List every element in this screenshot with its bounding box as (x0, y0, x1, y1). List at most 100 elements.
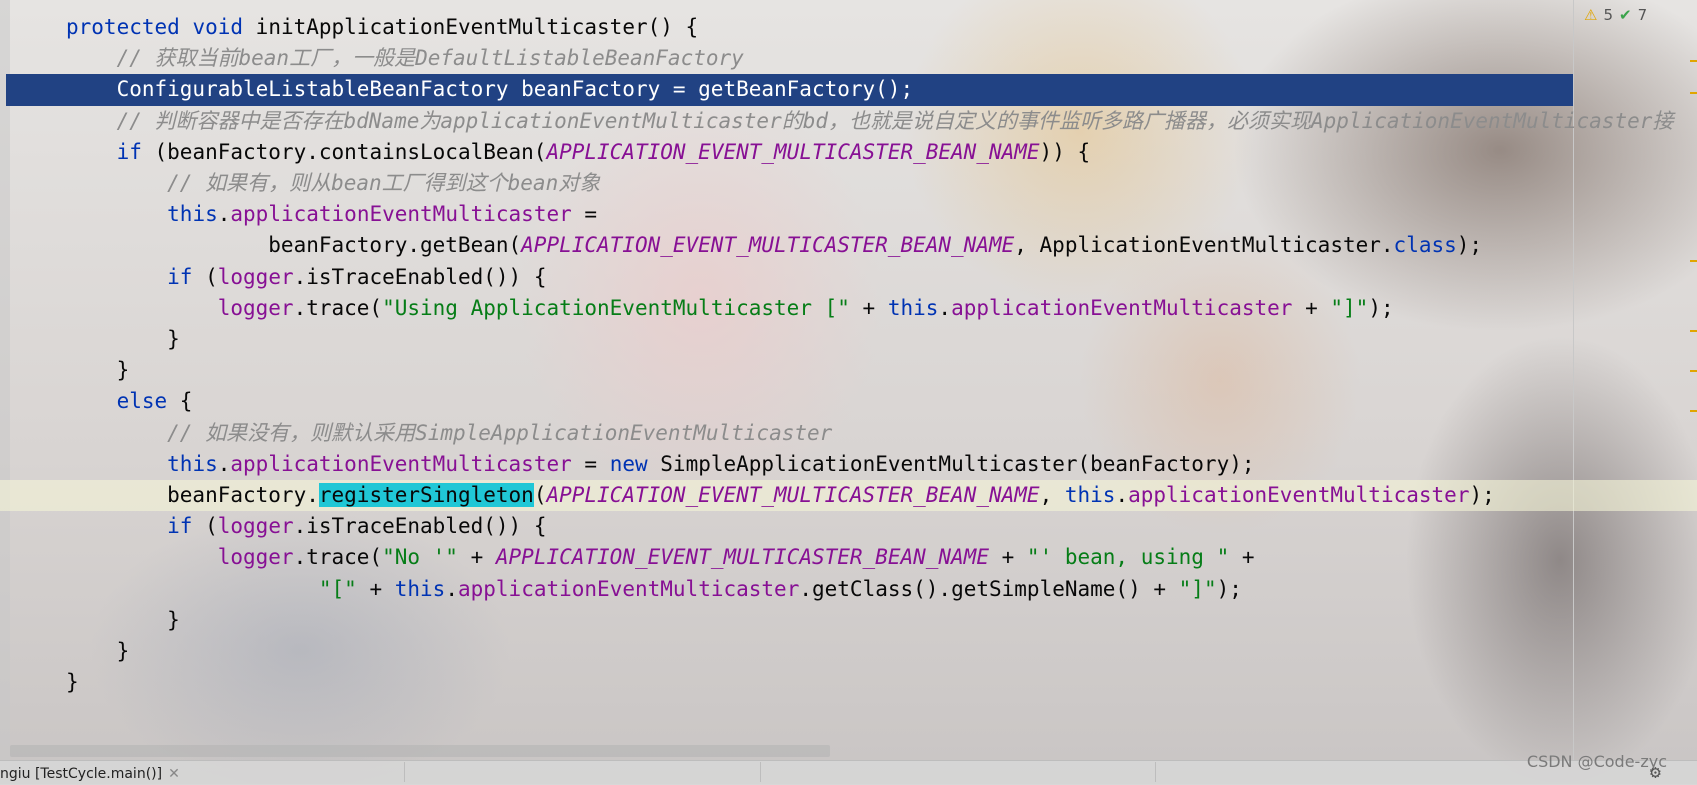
code-line[interactable]: } (0, 667, 1697, 698)
code-token: , ApplicationEventMulticaster. (1014, 233, 1394, 258)
bottom-tool-tab-bar: ngiu [TestCycle.main()] ✕ (0, 760, 1697, 785)
inspection-widget[interactable]: ⚠ 5 ✔ 7 (1584, 6, 1647, 24)
code-token: "' bean, using " (1026, 545, 1230, 570)
code-line[interactable]: logger.trace("Using ApplicationEventMult… (0, 293, 1697, 324)
code-token: ConfigurableListableBeanFactory beanFact… (66, 77, 914, 102)
code-token: . (938, 295, 952, 320)
code-token: ( (192, 514, 218, 539)
selected-code-line[interactable]: ConfigurableListableBeanFactory beanFact… (6, 74, 1573, 106)
check-icon: ✔ (1619, 6, 1632, 24)
current-code-line[interactable]: beanFactory.registerSingleton(APPLICATIO… (0, 480, 1697, 512)
code-token: } (66, 607, 180, 632)
code-token: + (1292, 295, 1331, 320)
code-text: } (66, 355, 130, 386)
code-text: // 判断容器中是否存在bdName为applicationEventMulti… (66, 106, 1674, 137)
horizontal-scrollbar[interactable] (10, 745, 830, 757)
code-text: if (logger.isTraceEnabled()) { (66, 511, 546, 542)
code-token: "]" (1178, 576, 1217, 601)
stripe-mark[interactable] (1690, 60, 1697, 62)
code-text: // 如果没有，则默认采用SimpleApplicationEventMulti… (66, 418, 832, 449)
code-token: "[" (318, 576, 357, 601)
code-token: + (356, 576, 395, 601)
stripe-mark[interactable] (1690, 410, 1697, 412)
code-line[interactable]: // 如果有，则从bean工厂得到这个bean对象 (0, 168, 1697, 199)
code-token: logger (217, 545, 294, 570)
code-token: applicationEventMulticaster (230, 451, 572, 476)
code-line[interactable]: logger.trace("No '" + APPLICATION_EVENT_… (0, 542, 1697, 573)
code-token: logger (217, 514, 294, 539)
run-tab[interactable]: ngiu [TestCycle.main()] ✕ (0, 764, 180, 784)
code-token: (beanFactory.containsLocalBean( (141, 139, 547, 164)
code-line[interactable]: // 判断容器中是否存在bdName为applicationEventMulti… (0, 106, 1697, 137)
code-token: "No '" (382, 545, 458, 570)
code-text: logger.trace("Using ApplicationEventMult… (66, 293, 1394, 324)
code-token: beanFactory.getBean( (66, 233, 522, 258)
code-token: SimpleApplicationEventMulticaster(beanFa… (647, 451, 1255, 476)
code-token: , (1039, 483, 1065, 507)
code-line[interactable]: else { (0, 386, 1697, 417)
code-line[interactable]: this.applicationEventMulticaster = new S… (0, 449, 1697, 480)
stripe-mark[interactable] (1690, 92, 1697, 94)
error-stripe[interactable] (1690, 0, 1697, 760)
code-line[interactable]: // 如果没有，则默认采用SimpleApplicationEventMulti… (0, 418, 1697, 449)
close-icon[interactable]: ✕ (168, 766, 180, 782)
code-line[interactable]: } (0, 605, 1697, 636)
code-token: initApplicationEventMulticaster() { (243, 15, 699, 39)
code-token: "]" (1330, 295, 1369, 320)
code-token: .isTraceEnabled()) { (293, 514, 547, 539)
code-text: ConfigurableListableBeanFactory beanFact… (66, 74, 914, 105)
stripe-mark[interactable] (1690, 370, 1697, 372)
code-text: } (66, 667, 79, 698)
code-text: logger.trace("No '" + APPLICATION_EVENT_… (66, 542, 1255, 573)
code-editor[interactable]: protected void initApplicationEventMulti… (0, 0, 1697, 760)
code-token: new (609, 451, 648, 476)
code-line[interactable]: if (logger.isTraceEnabled()) { (0, 262, 1697, 293)
code-token: .trace( (293, 295, 383, 320)
code-token: . (217, 202, 231, 227)
code-token: class (1393, 233, 1457, 258)
code-token: APPLICATION_EVENT_MULTICASTER_BEAN_NAME (521, 233, 1015, 258)
code-line[interactable]: } (0, 355, 1697, 386)
code-token: { (167, 389, 193, 414)
divider (1155, 762, 1156, 782)
divider (404, 762, 405, 782)
code-token: APPLICATION_EVENT_MULTICASTER_BEAN_NAME (546, 139, 1040, 164)
code-token: + (988, 545, 1027, 570)
code-line[interactable]: } (0, 636, 1697, 667)
code-token: // 判断容器中是否存在bdName为applicationEventMulti… (66, 108, 1674, 133)
code-line[interactable]: beanFactory.getBean(APPLICATION_EVENT_MU… (0, 230, 1697, 261)
code-line[interactable]: protected void initApplicationEventMulti… (0, 12, 1697, 43)
code-token: applicationEventMulticaster (951, 295, 1293, 320)
code-line[interactable]: // 获取当前bean工厂，一般是DefaultListableBeanFact… (0, 43, 1697, 74)
code-token: void (192, 15, 244, 39)
code-text: this.applicationEventMulticaster = (66, 199, 597, 230)
code-line[interactable]: this.applicationEventMulticaster = (0, 199, 1697, 230)
code-token: this (394, 576, 446, 601)
code-line[interactable]: "[" + this.applicationEventMulticaster.g… (0, 574, 1697, 605)
code-line[interactable]: } (0, 324, 1697, 355)
run-tab-label: ngiu [TestCycle.main()] (0, 766, 163, 782)
stripe-mark[interactable] (1690, 330, 1697, 332)
code-token: // 如果没有，则默认采用SimpleApplicationEventMulti… (66, 420, 833, 445)
code-token: ); (1456, 233, 1483, 258)
code-token: + (1229, 545, 1255, 570)
code-token: beanFactory. (66, 483, 319, 507)
gear-icon[interactable]: ⚙ (1650, 762, 1661, 783)
code-token: if (116, 139, 142, 164)
code-text: // 获取当前bean工厂，一般是DefaultListableBeanFact… (66, 43, 744, 74)
code-line[interactable]: if (logger.isTraceEnabled()) { (0, 511, 1697, 542)
code-token: } (66, 670, 79, 695)
code-text: beanFactory.registerSingleton(APPLICATIO… (66, 480, 1495, 511)
code-token: .getClass().getSimpleName() + (799, 576, 1179, 601)
code-line[interactable]: if (beanFactory.containsLocalBean(APPLIC… (0, 137, 1697, 168)
code-token: . (445, 576, 458, 601)
stripe-mark[interactable] (1690, 260, 1697, 262)
code-token: ( (192, 264, 218, 289)
code-token: } (66, 327, 180, 351)
code-token: APPLICATION_EVENT_MULTICASTER_BEAN_NAME (546, 483, 1040, 507)
